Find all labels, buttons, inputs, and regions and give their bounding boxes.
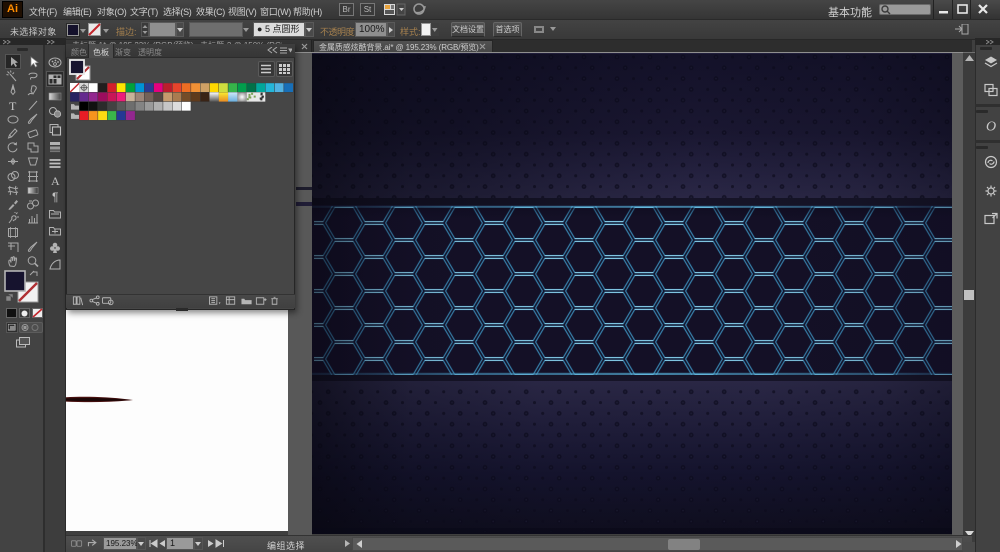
svg-text:¶: ¶ [52,190,58,203]
svg-text:O: O [986,120,996,133]
svg-text:A: A [51,174,60,187]
svg-text:T: T [9,99,17,112]
